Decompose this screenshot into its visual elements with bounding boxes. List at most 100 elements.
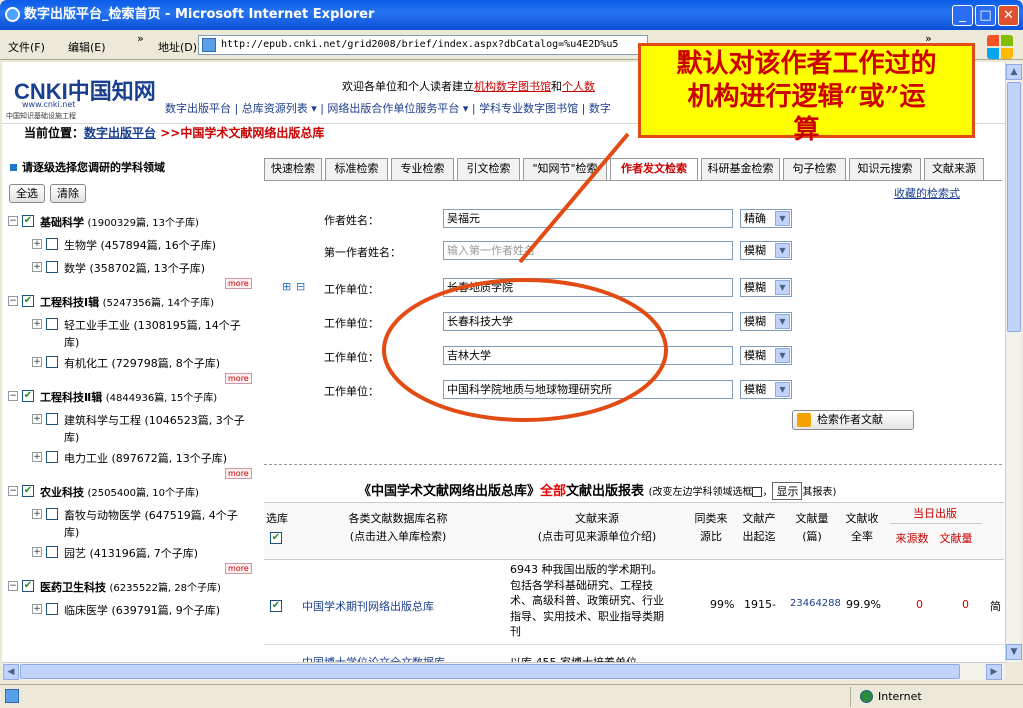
subcategory-organic-chem[interactable]: 有机化工 (729798篇, 8个子库) xyxy=(64,355,220,371)
maximize-button[interactable]: □ xyxy=(975,5,996,26)
category-agriculture[interactable]: 农业科技 (2505400篇, 10个子库) xyxy=(40,484,199,500)
tab-fund[interactable]: 科研基金检索 xyxy=(701,158,780,180)
category-basic-science[interactable]: 基础科学 (1900329篇, 13个子库) xyxy=(40,214,199,230)
db-volume[interactable]: 23464288 xyxy=(790,598,841,609)
category-checkbox[interactable]: ✔ xyxy=(22,215,34,227)
report-checkbox[interactable] xyxy=(752,486,763,497)
show-report-button[interactable]: 显示 xyxy=(772,482,803,500)
window-titlebar[interactable]: 数字出版平台_检索首页 - Microsoft Internet Explore… xyxy=(0,0,1023,30)
category-engineering-1[interactable]: 工程科技Ⅰ辑 (5247356篇, 14个子库) xyxy=(40,294,214,310)
more-link[interactable]: more xyxy=(225,278,252,289)
subcategory-checkbox[interactable] xyxy=(46,451,58,463)
select-all-db-checkbox[interactable]: ✔ xyxy=(270,532,282,544)
category-checkbox[interactable]: ✔ xyxy=(22,580,34,592)
expand-icon[interactable]: + xyxy=(32,319,42,329)
expand-icon[interactable]: + xyxy=(32,262,42,272)
subcategory-checkbox[interactable] xyxy=(46,603,58,615)
category-engineering-2[interactable]: 工程科技Ⅱ辑 (4844936篇, 15个子库) xyxy=(40,389,217,405)
menu-overflow-chevron[interactable]: » xyxy=(137,32,144,45)
db-link-journals[interactable]: 中国学术期刊网络出版总库 xyxy=(302,598,434,614)
top-nav-links[interactable]: 数字出版平台 | 总库资源列表 ▾ | 网络出版合作单位服务平台 ▾ | 学科专… xyxy=(165,100,611,116)
subcategory-power[interactable]: 电力工业 (897672篇, 13个子库) xyxy=(64,450,227,466)
author-match-select[interactable]: 精确 ▼ xyxy=(740,209,792,228)
first-author-input[interactable]: 输入第一作者姓名 xyxy=(443,241,733,260)
tab-source[interactable]: 文献来源 xyxy=(924,158,984,180)
expand-icon[interactable]: + xyxy=(32,547,42,557)
unit-match-select-4[interactable]: 模糊 ▼ xyxy=(740,380,792,399)
more-link[interactable]: more xyxy=(225,468,252,479)
address-input[interactable]: http://epub.cnki.net/grid2008/brief/inde… xyxy=(198,35,648,55)
subcategory-checkbox[interactable] xyxy=(46,546,58,558)
scroll-up-icon[interactable]: ▲ xyxy=(1006,64,1022,80)
close-button[interactable]: ✕ xyxy=(998,5,1019,26)
unit-match-select-1[interactable]: 模糊 ▼ xyxy=(740,278,792,297)
unit-input-2[interactable]: 长春科技大学 xyxy=(443,312,733,331)
expand-icon[interactable]: + xyxy=(32,452,42,462)
scroll-down-icon[interactable]: ▼ xyxy=(1006,644,1022,660)
more-link[interactable]: more xyxy=(225,373,252,384)
tab-knowledge-element[interactable]: 知识元搜索 xyxy=(849,158,921,180)
welcome-link-personal[interactable]: 个人数 xyxy=(562,80,595,93)
collapse-icon[interactable]: − xyxy=(8,216,18,226)
tab-quick[interactable]: 快速检索 xyxy=(264,158,322,180)
category-checkbox[interactable]: ✔ xyxy=(22,485,34,497)
db-link-doctoral[interactable]: 中国博士学位论文全文数据库 xyxy=(302,654,445,662)
unit-input-1[interactable]: 长春地质学院 xyxy=(443,278,733,297)
subcategory-light-industry[interactable]: 轻工业手工业 (1308195篇, 14个子 xyxy=(64,317,241,333)
collapse-icon[interactable]: − xyxy=(8,391,18,401)
subcategory-checkbox[interactable] xyxy=(46,261,58,273)
expand-icon[interactable]: + xyxy=(32,239,42,249)
search-author-button[interactable]: 检索作者文献 xyxy=(792,410,914,430)
add-unit-icon[interactable]: ⊞ xyxy=(282,280,291,293)
unit-input-3[interactable]: 吉林大学 xyxy=(443,346,733,365)
first-author-match-select[interactable]: 模糊 ▼ xyxy=(740,241,792,260)
subcategory-checkbox[interactable] xyxy=(46,413,58,425)
unit-input-4[interactable]: 中国科学院地质与地球物理研究所 xyxy=(443,380,733,399)
category-checkbox[interactable]: ✔ xyxy=(22,295,34,307)
collapse-icon[interactable]: − xyxy=(8,486,18,496)
subcategory-veterinary[interactable]: 畜牧与动物医学 (647519篇, 4个子 xyxy=(64,507,238,523)
scroll-right-icon[interactable]: ▶ xyxy=(986,664,1002,680)
author-input[interactable]: 吴福元 xyxy=(443,209,733,228)
expand-icon[interactable]: + xyxy=(32,604,42,614)
tab-standard[interactable]: 标准检索 xyxy=(325,158,388,180)
subcategory-biology[interactable]: 生物学 (457894篇, 16个子库) xyxy=(64,237,216,253)
subcategory-checkbox[interactable] xyxy=(46,238,58,250)
unit-match-select-3[interactable]: 模糊 ▼ xyxy=(740,346,792,365)
breadcrumb-link[interactable]: 数字出版平台 xyxy=(84,126,156,140)
welcome-link-institution[interactable]: 机构数字图书馆 xyxy=(474,80,551,93)
collapse-icon[interactable]: − xyxy=(8,581,18,591)
select-all-button[interactable]: 全选 xyxy=(9,184,45,203)
more-link[interactable]: more xyxy=(225,563,252,574)
subcategory-math[interactable]: 数学 (358702篇, 13个子库) xyxy=(64,260,205,276)
subcategory-checkbox[interactable] xyxy=(46,508,58,520)
menu-edit[interactable]: 编辑(E) xyxy=(68,39,106,55)
tab-citation[interactable]: 引文检索 xyxy=(457,158,520,180)
subcategory-construction[interactable]: 建筑科学与工程 (1046523篇, 3个子 xyxy=(64,412,245,428)
tab-knowledge-node[interactable]: "知网节"检索 xyxy=(523,158,607,180)
tab-professional[interactable]: 专业检索 xyxy=(391,158,454,180)
subcategory-horticulture[interactable]: 园艺 (413196篇, 7个子库) xyxy=(64,545,198,561)
remove-unit-icon[interactable]: ⊟ xyxy=(296,280,305,293)
expand-icon[interactable]: + xyxy=(32,357,42,367)
collapse-icon[interactable]: − xyxy=(8,296,18,306)
category-medicine[interactable]: 医药卫生科技 (6235522篇, 28个子库) xyxy=(40,579,221,595)
db-row-checkbox[interactable]: ✔ xyxy=(270,600,282,612)
vertical-scroll-thumb[interactable] xyxy=(1007,82,1021,332)
saved-queries-link[interactable]: 收藏的检索式 xyxy=(894,185,960,201)
minimize-button[interactable]: _ xyxy=(952,5,973,26)
horizontal-scroll-thumb[interactable] xyxy=(20,664,960,679)
tab-sentence[interactable]: 句子检索 xyxy=(783,158,846,180)
subcategory-clinical[interactable]: 临床医学 (639791篇, 9个子库) xyxy=(64,602,220,618)
tab-author[interactable]: 作者发文检索 xyxy=(610,158,698,180)
subcategory-checkbox[interactable] xyxy=(46,356,58,368)
expand-icon[interactable]: + xyxy=(32,509,42,519)
db-more-link[interactable]: 简 xyxy=(990,598,1001,614)
unit-match-select-2[interactable]: 模糊 ▼ xyxy=(740,312,792,331)
category-checkbox[interactable]: ✔ xyxy=(22,390,34,402)
menu-file[interactable]: 文件(F) xyxy=(8,39,45,55)
expand-icon[interactable]: + xyxy=(32,414,42,424)
vertical-scrollbar[interactable]: ▲ ▼ xyxy=(1005,62,1022,662)
scroll-left-icon[interactable]: ◀ xyxy=(3,664,19,680)
subcategory-checkbox[interactable] xyxy=(46,318,58,330)
